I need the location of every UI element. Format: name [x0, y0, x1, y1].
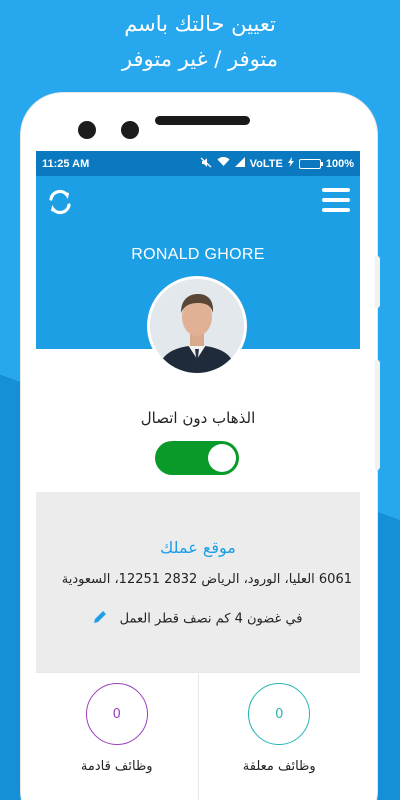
- work-location-section: موقع عملك 6061 العليا، الورود، الرياض 28…: [36, 492, 360, 672]
- hamburger-menu-button[interactable]: [322, 188, 350, 212]
- mute-icon: [200, 157, 212, 171]
- wifi-icon: [217, 157, 230, 170]
- upcoming-jobs-card[interactable]: 0 وظائف قادمة: [36, 672, 198, 800]
- phone-sensor: [121, 121, 139, 139]
- phone-side-button: [375, 360, 380, 470]
- work-address: 6061 العليا، الورود، الرياض 2832 12251، …: [61, 572, 352, 587]
- status-icons: VoLTE 100%: [200, 157, 354, 171]
- pencil-icon[interactable]: [93, 610, 107, 628]
- offline-label: الذهاب دون اتصال: [140, 409, 256, 427]
- avatar[interactable]: [147, 276, 247, 376]
- promo-title-line-1: تعيين حالتك باسم: [124, 12, 276, 36]
- offline-toggle[interactable]: [155, 441, 239, 475]
- network-type: VoLTE: [249, 157, 283, 170]
- work-radius-text: في غضون 4 كم نصف قطر العمل: [119, 611, 303, 627]
- pending-jobs-count: 0: [248, 683, 311, 745]
- battery-percent: 100%: [325, 157, 354, 170]
- work-location-title: موقع عملك: [160, 538, 236, 557]
- user-name: RONALD GHORE: [131, 246, 265, 263]
- upcoming-jobs-label: وظائف قادمة: [80, 759, 153, 774]
- toggle-knob: [208, 444, 236, 472]
- status-time: 11:25 AM: [42, 157, 90, 170]
- phone-camera: [78, 121, 96, 139]
- refresh-button[interactable]: [46, 188, 74, 216]
- pending-jobs-label: وظائف معلقة: [242, 759, 316, 774]
- menu-line: [322, 198, 350, 202]
- app-screen: 11:25 AM VoLTE 100% RONALD GHORE الذهاب …: [36, 151, 360, 800]
- phone-speaker: [155, 116, 250, 125]
- phone-side-button: [375, 256, 380, 308]
- work-radius-row[interactable]: في غضون 4 كم نصف قطر العمل: [36, 610, 360, 628]
- pending-jobs-card[interactable]: 0 وظائف معلقة: [197, 672, 360, 800]
- upcoming-jobs-count: 0: [85, 683, 148, 745]
- charging-icon: [287, 157, 294, 170]
- status-bar: 11:25 AM VoLTE 100%: [36, 151, 360, 176]
- menu-line: [322, 208, 350, 212]
- battery-icon: [298, 158, 323, 169]
- menu-line: [322, 188, 350, 192]
- refresh-icon: [46, 189, 74, 220]
- promo-title-line-2: متوفر / غير متوفر: [121, 47, 279, 71]
- signal-icon: [234, 157, 245, 170]
- jobs-summary: 0 وظائف قادمة 0 وظائف معلقة: [36, 672, 360, 800]
